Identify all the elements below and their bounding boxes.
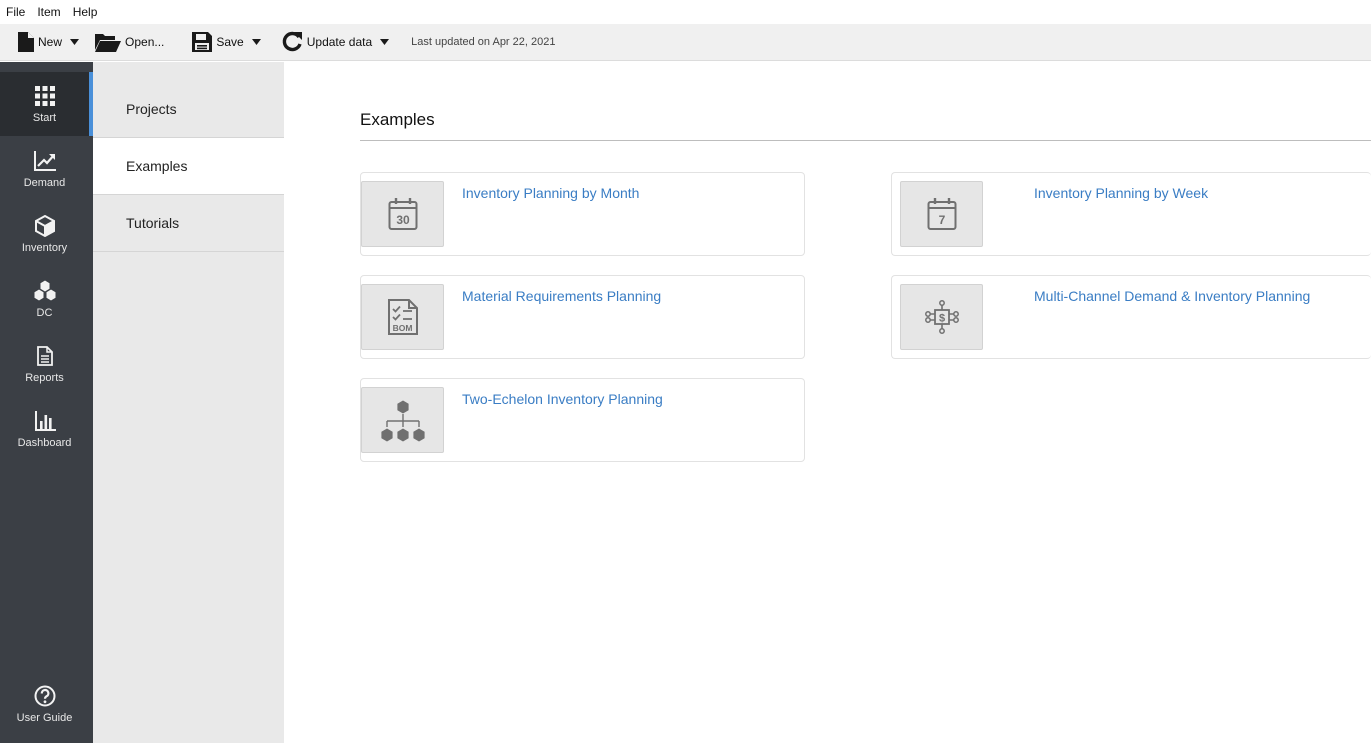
document-icon [36, 344, 53, 368]
menu-bar: File Item Help [0, 0, 1371, 24]
last-updated-status: Last updated on Apr 22, 2021 [411, 36, 556, 48]
help-circle-icon [34, 684, 56, 708]
subnav-item-label: Examples [126, 158, 188, 174]
open-label: Open... [125, 35, 165, 49]
rail-item-label: Dashboard [17, 437, 72, 449]
rail-item-label: DC [36, 307, 53, 319]
example-card-two-echelon[interactable]: Two-Echelon Inventory Planning [360, 378, 805, 462]
left-rail: Start Demand Inventory DC Reports Dashbo… [0, 62, 93, 743]
rail-item-reports[interactable]: Reports [0, 332, 89, 396]
page-title: Examples [360, 110, 435, 129]
caret-down-icon[interactable] [251, 39, 261, 45]
subnav-item-label: Projects [126, 101, 177, 117]
save-button[interactable]: Save [188, 27, 270, 57]
card-title[interactable]: Material Requirements Planning [462, 288, 661, 304]
card-thumbnail: BOM [361, 284, 444, 350]
example-card-multi-channel[interactable]: $ Multi-Channel Demand & Inventory Plann… [891, 275, 1371, 359]
boxes-stack-icon [33, 279, 57, 303]
calendar-7-icon: 7 [927, 198, 956, 230]
calendar-day-text: 30 [396, 213, 410, 227]
grid-icon [34, 84, 55, 108]
card-title[interactable]: Inventory Planning by Week [1034, 185, 1208, 201]
subnav-item-projects[interactable]: Projects [93, 81, 284, 138]
example-card-material-requirements[interactable]: BOM Material Requirements Planning [360, 275, 805, 359]
title-divider [360, 140, 1371, 141]
menu-file[interactable]: File [6, 5, 25, 19]
box-icon [34, 214, 55, 238]
new-file-icon [18, 32, 34, 52]
save-label: Save [216, 35, 244, 49]
rail-item-user-guide[interactable]: User Guide [0, 672, 89, 736]
card-title[interactable]: Two-Echelon Inventory Planning [462, 391, 663, 407]
menu-help[interactable]: Help [73, 5, 98, 19]
toolbar: New Open... Save Update data Last update… [0, 24, 1371, 61]
card-thumbnail: 30 [361, 181, 444, 247]
bom-text: BOM [392, 323, 412, 333]
caret-down-icon[interactable] [380, 39, 390, 45]
rail-item-label: Reports [25, 372, 64, 384]
new-button[interactable]: New [14, 27, 89, 57]
card-title[interactable]: Multi-Channel Demand & Inventory Plannin… [1034, 288, 1310, 304]
open-button[interactable]: Open... [91, 27, 168, 57]
update-data-button[interactable]: Update data [277, 27, 399, 57]
subnav-item-label: Tutorials [126, 215, 180, 231]
subnav-item-tutorials[interactable]: Tutorials [93, 195, 284, 252]
rail-item-dc[interactable]: DC [0, 267, 89, 331]
update-data-label: Update data [306, 35, 373, 49]
rail-item-demand[interactable]: Demand [0, 137, 89, 201]
calendar-day-text: 7 [938, 213, 945, 227]
example-card-inventory-by-week[interactable]: 7 Inventory Planning by Week [891, 172, 1371, 256]
folder-open-icon [95, 34, 122, 52]
refresh-icon [282, 31, 302, 52]
new-label: New [38, 35, 63, 49]
save-disk-icon [192, 32, 213, 52]
sub-navigation: Projects Examples Tutorials [93, 62, 284, 743]
rail-item-label: Start [32, 112, 57, 124]
rail-item-label: User Guide [16, 712, 73, 724]
calendar-30-icon: 30 [388, 198, 417, 230]
rail-item-inventory[interactable]: Inventory [0, 202, 89, 266]
menu-item[interactable]: Item [37, 5, 60, 19]
trend-chart-icon [33, 149, 57, 173]
subnav-item-examples[interactable]: Examples [93, 138, 284, 195]
card-title[interactable]: Inventory Planning by Month [462, 185, 639, 201]
hierarchy-boxes-icon [380, 399, 425, 442]
rail-item-dashboard[interactable]: Dashboard [0, 397, 89, 461]
bom-checklist-icon: BOM [387, 299, 418, 335]
bar-chart-icon [34, 409, 56, 433]
rail-item-label: Inventory [21, 242, 68, 254]
example-card-inventory-by-month[interactable]: 30 Inventory Planning by Month [360, 172, 805, 256]
rail-item-start[interactable]: Start [0, 72, 89, 136]
caret-down-icon[interactable] [70, 39, 80, 45]
card-thumbnail [361, 387, 444, 453]
card-thumbnail: 7 [900, 181, 983, 247]
dollar-network-icon: $ [924, 300, 959, 334]
main-content: Examples 30 Inventory Planning by Month … [284, 62, 1371, 743]
dollar-text: $ [938, 313, 944, 325]
card-thumbnail: $ [900, 284, 983, 350]
rail-item-label: Demand [23, 177, 66, 189]
